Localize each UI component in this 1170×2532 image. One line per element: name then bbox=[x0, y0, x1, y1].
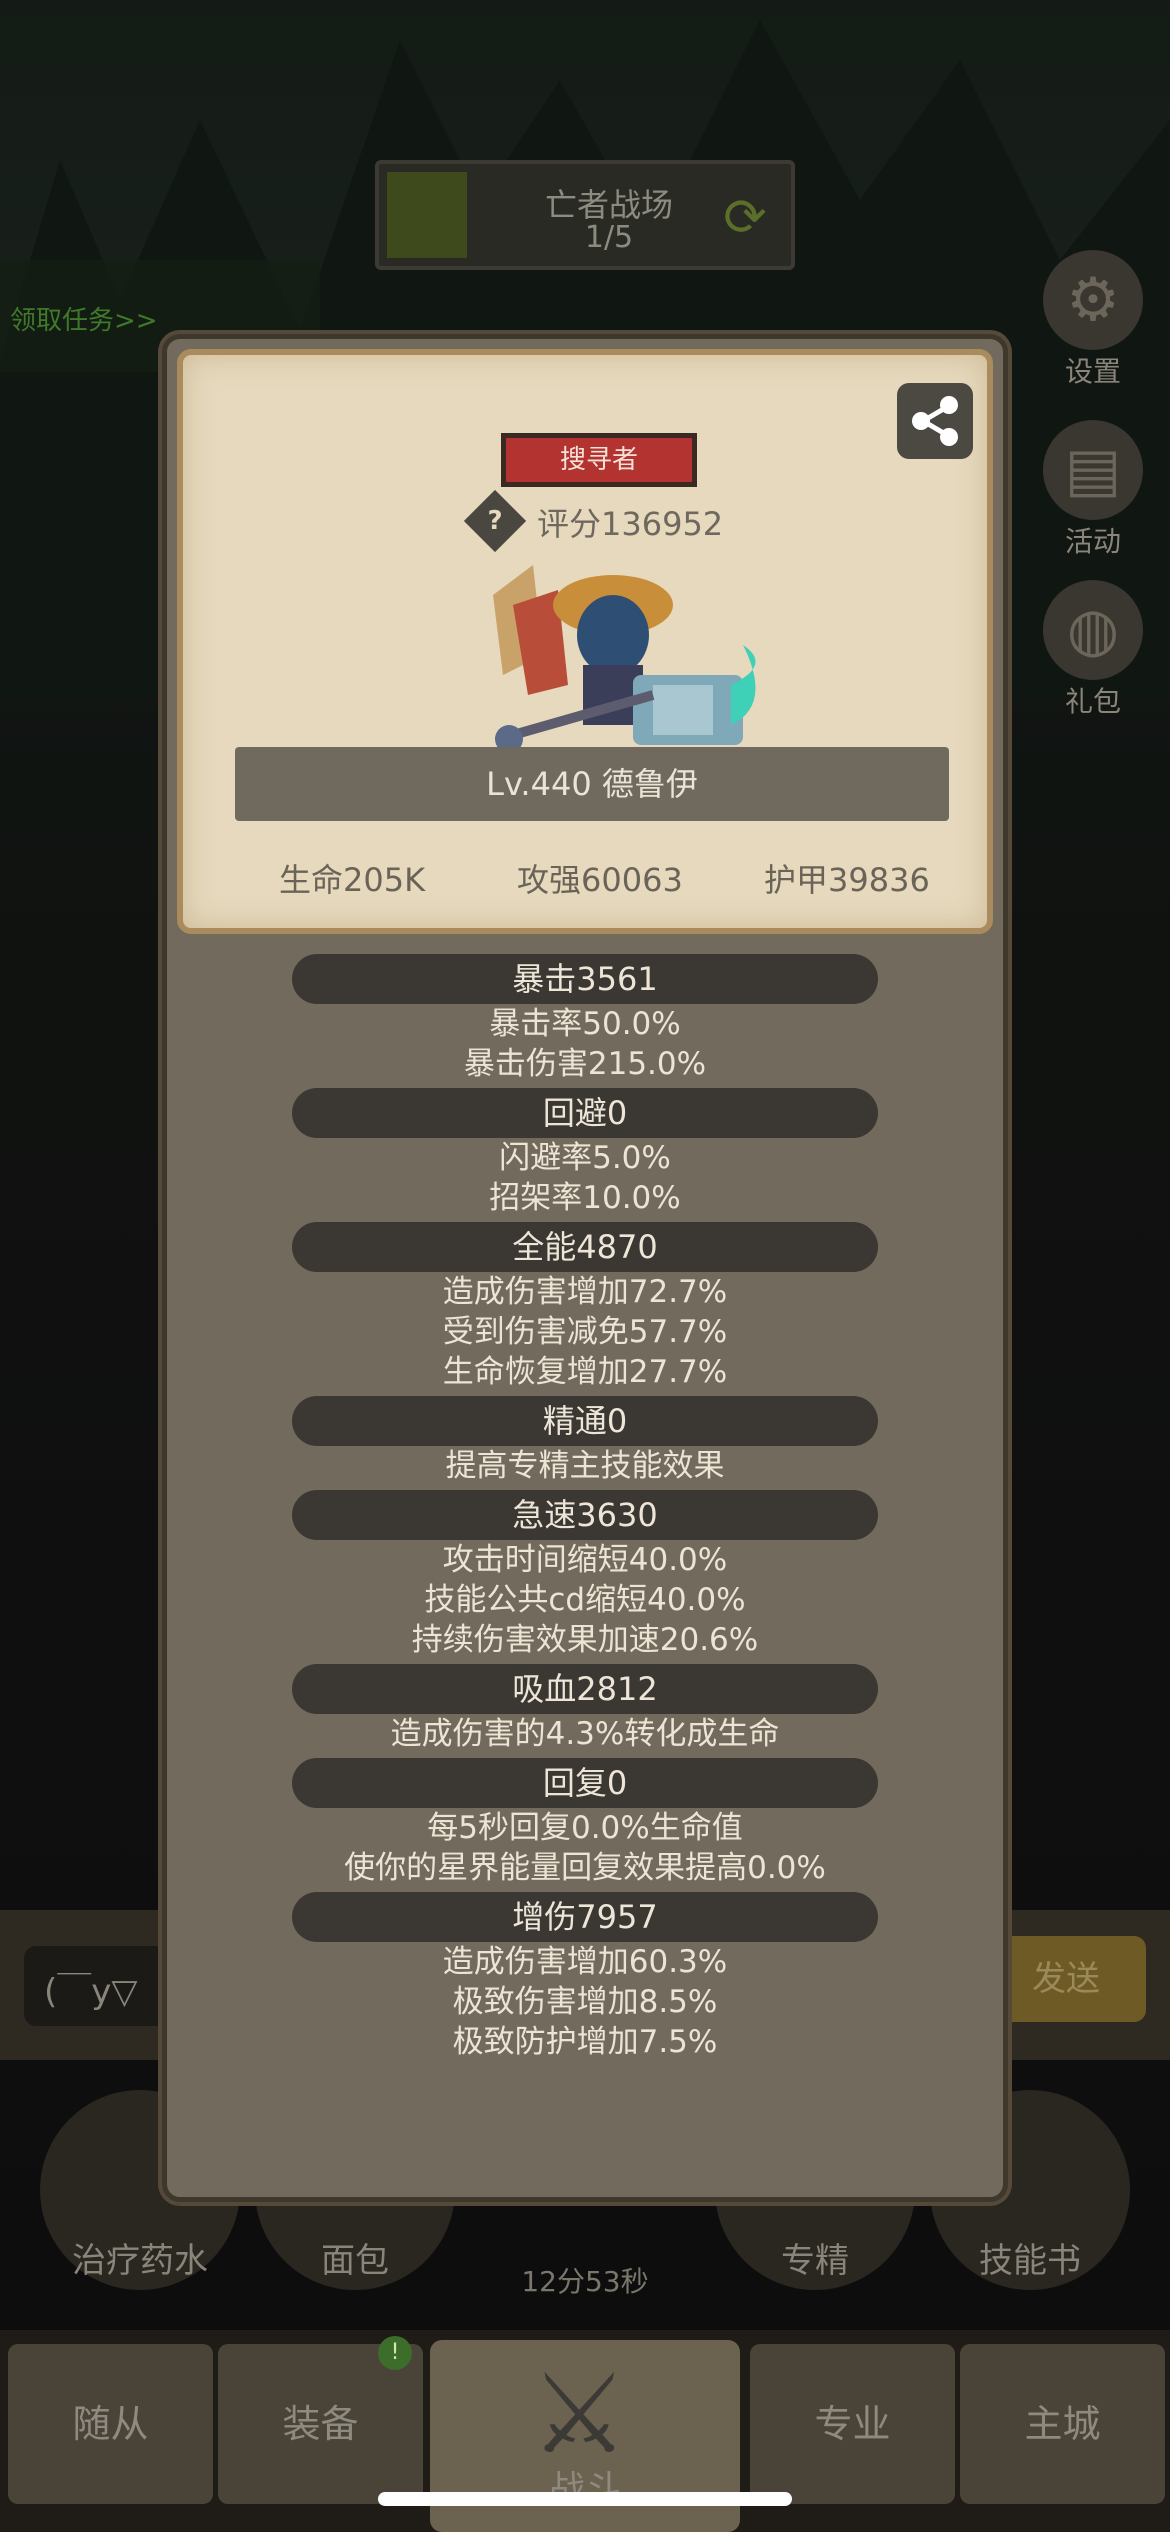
stat-line: 暴击伤害215.0% bbox=[463, 1046, 707, 1082]
stat-line: 造成伤害增加72.7% bbox=[442, 1274, 728, 1310]
send-button[interactable]: 发送 bbox=[986, 1936, 1146, 2022]
stat-line: 每5秒回复0.0%生命值 bbox=[427, 1810, 743, 1846]
gear-icon: ⚙ bbox=[1043, 250, 1143, 350]
character-stats-modal: 搜寻者 ? 评分136952 Lv.440 德鲁伊 生命205K 攻强60063… bbox=[162, 334, 1008, 2202]
stat-line: 闪避率5.0% bbox=[499, 1140, 671, 1176]
activity-label: 活动 bbox=[1064, 525, 1121, 558]
stat-line: 招架率10.0% bbox=[489, 1180, 681, 1216]
stat-group: 全能4870 造成伤害增加72.7% 受到伤害减免57.7% 生命恢复增加27.7% bbox=[167, 1222, 1003, 1392]
stat-line: 攻击时间缩短40.0% bbox=[442, 1542, 728, 1578]
skillbook-label: 技能书 bbox=[979, 2241, 1081, 2281]
secondary-stat-list: 暴击3561 暴击率50.0% 暴击伤害215.0% 回避0 闪避率5.0% 招架率10.… bbox=[167, 954, 1003, 2062]
settings-label: 设置 bbox=[1064, 355, 1121, 388]
hp-stat: 生命205K bbox=[279, 861, 426, 899]
specialty-label: 专精 bbox=[781, 2241, 849, 2281]
home-indicator bbox=[378, 2492, 792, 2506]
stat-line: 暴击率50.0% bbox=[489, 1006, 681, 1042]
stat-group: 暴击3561 暴击率50.0% 暴击伤害215.0% bbox=[167, 954, 1003, 1084]
gift-icon: ◍ bbox=[1043, 580, 1143, 680]
stat-group: 回复0 每5秒回复0.0%生命值使你的星界能量回复效果提高0.0% bbox=[167, 1758, 1003, 1888]
stat-line: 受到伤害减免57.7% bbox=[442, 1314, 728, 1350]
stat-group-title: 吸血2812 bbox=[292, 1664, 878, 1714]
attack-stat: 攻强60063 bbox=[517, 861, 683, 899]
gift-button[interactable]: ◍ 礼包 bbox=[1028, 580, 1158, 720]
druid-character-portrait bbox=[493, 565, 756, 753]
stat-group: 吸血2812 造成伤害的4.3%转化成生命 bbox=[167, 1664, 1003, 1754]
stat-group: 增伤7957 造成伤害增加60.3% 极致伤害增加8.5% 极致防护增加7.5% bbox=[167, 1892, 1003, 2062]
character-card: 搜寻者 ? 评分136952 Lv.440 德鲁伊 生命205K 攻强60063… bbox=[177, 349, 993, 934]
stat-group-title: 回复0 bbox=[292, 1758, 878, 1808]
refresh-icon[interactable]: ⟳ bbox=[713, 186, 777, 250]
stage-thumbnail bbox=[387, 172, 467, 258]
stat-group-title: 全能4870 bbox=[292, 1222, 878, 1272]
stat-group: 回避0 闪避率5.0% 招架率10.0% bbox=[167, 1088, 1003, 1218]
stage-indicator: 亡者战场 1/5 ⟳ bbox=[375, 160, 795, 270]
stage-progress: 1/5 bbox=[584, 220, 634, 255]
settings-button[interactable]: ⚙ 设置 bbox=[1028, 250, 1158, 390]
gift-label: 礼包 bbox=[1064, 685, 1121, 718]
stat-line: 造成伤害的4.3%转化成生命 bbox=[390, 1716, 780, 1752]
stat-line: 使你的星界能量回复效果提高0.0% bbox=[344, 1850, 826, 1886]
stat-group-title: 增伤7957 bbox=[292, 1892, 878, 1942]
role-tag: 搜寻者 bbox=[501, 433, 697, 487]
stat-line: 造成伤害增加60.3% bbox=[442, 1944, 728, 1980]
stat-line: 生命恢复增加27.7% bbox=[442, 1354, 728, 1390]
core-stats: 生命205K 攻强60063 护甲39836 bbox=[183, 855, 999, 905]
armor-stat: 护甲39836 bbox=[764, 861, 930, 899]
stat-line: 提高专精主技能效果 bbox=[445, 1448, 725, 1484]
stat-group-title: 暴击3561 bbox=[292, 954, 878, 1004]
stat-line: 持续伤害效果加速20.6% bbox=[411, 1622, 759, 1658]
scroll-icon: ▤ bbox=[1043, 420, 1143, 520]
stat-group-title: 回避0 bbox=[292, 1088, 878, 1138]
stat-group: 精通0 提高专精主技能效果 bbox=[167, 1396, 1003, 1486]
potion-label: 治疗药水 bbox=[72, 2241, 208, 2281]
stat-group-title: 急速3630 bbox=[292, 1490, 878, 1540]
tab-followers[interactable]: 随从 bbox=[8, 2344, 213, 2504]
share-icon bbox=[912, 396, 958, 446]
stat-group: 急速3630 攻击时间缩短40.0% 技能公共cd缩短40.0% 持续伤害效果加速20… bbox=[167, 1490, 1003, 1660]
stat-line: 极致防护增加7.5% bbox=[452, 2024, 718, 2060]
tab-profession[interactable]: 专业 bbox=[750, 2344, 955, 2504]
activity-button[interactable]: ▤ 活动 bbox=[1028, 420, 1158, 560]
task-link-label: 领取任务>> bbox=[10, 306, 158, 336]
share-button[interactable] bbox=[897, 383, 973, 459]
stat-line: 极致伤害增加8.5% bbox=[452, 1984, 718, 2020]
stat-group-title: 精通0 bbox=[292, 1396, 878, 1446]
notification-badge: ! bbox=[378, 2336, 412, 2370]
crossed-swords-icon: ⚔ bbox=[530, 2350, 629, 2478]
timer-text: 12分53秒 bbox=[521, 2265, 649, 2298]
tab-main-city[interactable]: 主城 bbox=[960, 2344, 1165, 2504]
bread-label: 面包 bbox=[321, 2241, 389, 2281]
stat-line: 技能公共cd缩短40.0% bbox=[424, 1582, 746, 1618]
character-name: Lv.440 德鲁伊 bbox=[235, 747, 949, 821]
